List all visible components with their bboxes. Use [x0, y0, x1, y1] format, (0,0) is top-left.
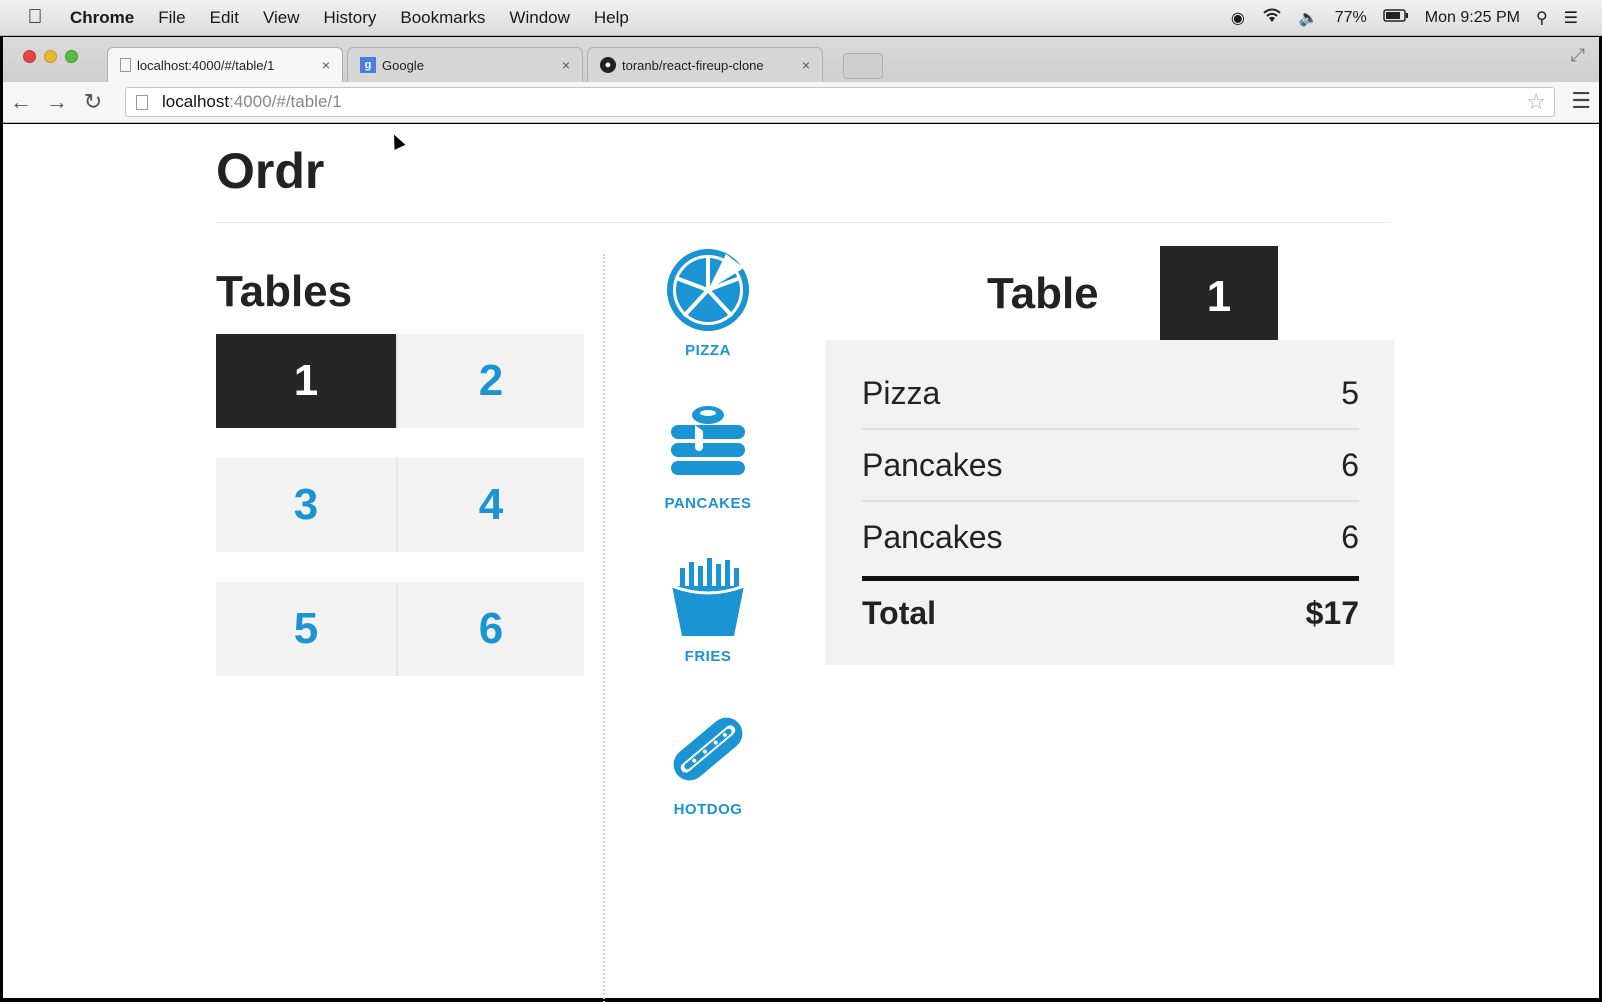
clock[interactable]: Mon 9:25 PM: [1425, 9, 1520, 27]
zoom-window-button[interactable]: [65, 50, 78, 63]
menu-item-fries[interactable]: FRIES: [643, 554, 773, 707]
menu-item-hotdog[interactable]: HOTDOG: [643, 707, 773, 860]
minimize-window-button[interactable]: [44, 50, 57, 63]
table-button-1[interactable]: 1: [216, 334, 398, 428]
tab-github[interactable]: ● toranb/react-fireup-clone ×: [587, 47, 823, 82]
table-button-6[interactable]: 6: [398, 582, 584, 676]
order-total: Total $17: [862, 588, 1359, 638]
total-label: Total: [862, 594, 937, 631]
menu-item-label: PANCAKES: [664, 495, 752, 512]
window-controls: [23, 50, 78, 63]
column-divider: [603, 254, 605, 1002]
order-item-price: 6: [1341, 518, 1359, 555]
address-bar[interactable]: localhost:4000/#/table/1 ☆: [125, 87, 1555, 117]
apple-icon[interactable]: : [0, 6, 70, 29]
tables-row: 1 2: [216, 334, 588, 428]
tables-heading: Tables: [216, 267, 353, 316]
back-icon[interactable]: ←: [3, 89, 39, 115]
total-divider: [862, 576, 1359, 581]
menu-file[interactable]: File: [158, 8, 185, 28]
order-item-name: Pancakes: [862, 518, 1003, 555]
tab-localhost[interactable]: localhost:4000/#/table/1 ×: [107, 47, 343, 82]
bookmark-star-icon[interactable]: ☆: [1526, 89, 1546, 115]
hotdog-icon: [673, 717, 743, 781]
order-table-number: 1: [1160, 246, 1278, 348]
order-item-price: 6: [1341, 446, 1359, 483]
menu-history[interactable]: History: [323, 8, 376, 28]
battery-percent: 77%: [1334, 8, 1367, 26]
browser-toolbar: ← → ↻ localhost:4000/#/table/1 ☆ ☰: [3, 82, 1599, 123]
google-icon: g: [360, 57, 376, 73]
order-item-name: Pancakes: [862, 446, 1003, 483]
order-line[interactable]: Pancakes 6: [862, 501, 1359, 573]
menu-help[interactable]: Help: [594, 8, 629, 28]
pancakes-icon: [671, 406, 745, 475]
order-heading: Table: [987, 269, 1099, 318]
menu-item-label: FRIES: [684, 648, 732, 665]
page-icon: [120, 58, 131, 72]
fries-icon: [671, 558, 745, 636]
github-icon: ●: [600, 57, 616, 73]
table-button-5[interactable]: 5: [216, 582, 398, 676]
order-panel: Pizza 5 Pancakes 6 Pancakes 6 Total $17: [825, 340, 1395, 665]
wifi-icon[interactable]: [1261, 7, 1283, 28]
close-window-button[interactable]: [23, 50, 36, 63]
pizza-icon: [667, 249, 749, 331]
menu-item-pancakes[interactable]: PANCAKES: [643, 401, 773, 554]
order-line[interactable]: Pancakes 6: [862, 430, 1359, 502]
fullscreen-icon[interactable]: ⤢: [1571, 45, 1585, 66]
order-item-name: Pizza: [862, 374, 941, 411]
total-value: $17: [1305, 594, 1359, 631]
menu-item-label: PIZZA: [685, 342, 731, 359]
menu-chrome[interactable]: Chrome: [70, 8, 134, 28]
address-host: localhost: [162, 92, 230, 111]
tab-close-icon[interactable]: ×: [802, 57, 810, 73]
browser-tab-strip: localhost:4000/#/table/1 × g Google × ● …: [3, 37, 1599, 82]
battery-icon[interactable]: [1383, 8, 1409, 27]
tables-row: 3 4: [216, 458, 588, 552]
menu-bookmarks[interactable]: Bookmarks: [400, 8, 485, 28]
chrome-menu-icon[interactable]: ☰: [1571, 88, 1591, 114]
new-tab-button[interactable]: [843, 53, 883, 79]
table-button-3[interactable]: 3: [216, 458, 398, 552]
order-item-price: 5: [1341, 374, 1359, 411]
order-line[interactable]: Pizza 5: [862, 358, 1359, 430]
app-title: Ordr: [216, 143, 325, 199]
tab-close-icon[interactable]: ×: [562, 57, 570, 73]
page-viewport: Ordr Tables 1 2 3 4 5 6 PIZZA PANCAKES F…: [3, 124, 1599, 1002]
mac-menu-bar:  Chrome File Edit View History Bookmark…: [0, 0, 1602, 36]
page-icon: [136, 94, 148, 110]
record-icon[interactable]: ◉: [1231, 8, 1245, 28]
status-area: ◉ 🔈 77% Mon 9:25 PM ⚲ ☰: [1231, 7, 1602, 28]
forward-icon[interactable]: →: [39, 89, 75, 115]
menu-edit[interactable]: Edit: [210, 8, 239, 28]
spotlight-search-icon[interactable]: ⚲: [1536, 8, 1548, 28]
tab-title: toranb/react-fireup-clone: [622, 57, 764, 73]
tables-grid: 1 2 3 4 5 6: [216, 334, 588, 706]
volume-icon[interactable]: 🔈: [1299, 8, 1319, 28]
tab-title: localhost:4000/#/table/1: [137, 57, 275, 73]
table-button-4[interactable]: 4: [398, 458, 584, 552]
tab-google[interactable]: g Google ×: [347, 47, 583, 82]
tables-row: 5 6: [216, 582, 588, 676]
menu-item-label: HOTDOG: [673, 801, 743, 818]
table-button-2[interactable]: 2: [398, 334, 584, 428]
menu-window[interactable]: Window: [509, 8, 569, 28]
reload-icon[interactable]: ↻: [75, 89, 111, 115]
tab-title: Google: [382, 57, 424, 73]
title-divider: [216, 222, 1391, 223]
menu-view[interactable]: View: [263, 8, 300, 28]
tab-close-icon[interactable]: ×: [322, 57, 330, 73]
mouse-cursor-icon: [388, 132, 406, 150]
menu-item-pizza[interactable]: PIZZA: [643, 248, 773, 401]
notification-list-icon[interactable]: ☰: [1564, 8, 1578, 28]
menu-items: PIZZA PANCAKES FRIES HOTDOG: [643, 248, 773, 860]
address-path: :4000/#/table/1: [229, 92, 342, 111]
